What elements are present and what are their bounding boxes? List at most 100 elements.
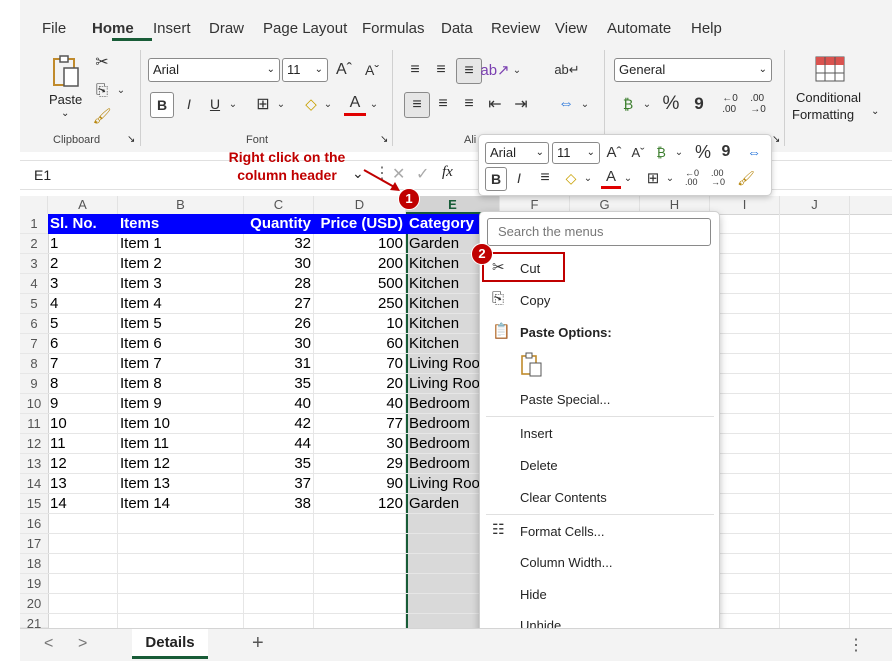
row-header[interactable]: 21 xyxy=(20,614,48,631)
table-cell[interactable]: Item 5 xyxy=(120,314,244,334)
table-cell[interactable]: 30 xyxy=(244,334,314,354)
align-right-icon[interactable]: ≡ xyxy=(458,92,480,116)
merge-center-icon[interactable]: ⇔ xyxy=(554,92,578,116)
menu-item-paste-special[interactable]: Paste Special... xyxy=(520,392,610,407)
fill-color-icon[interactable]: ◇ xyxy=(561,167,581,189)
font-size-dropdown[interactable]: 11 ⌄ xyxy=(282,58,328,82)
borders-icon[interactable]: ⊞ xyxy=(252,92,274,116)
table-cell[interactable]: 1 xyxy=(50,234,118,254)
align-center-icon[interactable]: ≡ xyxy=(432,92,454,116)
align-left-icon[interactable]: ≡ xyxy=(404,92,430,118)
row-header[interactable]: 19 xyxy=(20,574,48,594)
menu-item-format-cells[interactable]: Format Cells... xyxy=(520,524,605,539)
tab-help[interactable]: Help xyxy=(691,20,722,37)
table-cell[interactable]: 37 xyxy=(244,474,314,494)
table-cell[interactable]: 30 xyxy=(244,254,314,274)
table-cell[interactable]: 31 xyxy=(244,354,314,374)
table-header-cell[interactable]: Quantity xyxy=(244,214,314,234)
table-cell[interactable]: 40 xyxy=(244,394,314,414)
row-header[interactable]: 4 xyxy=(20,274,48,294)
table-cell[interactable]: Kitchen xyxy=(409,274,480,294)
tab-home[interactable]: Home xyxy=(92,20,134,37)
format-painter-icon[interactable]: 🖌 xyxy=(92,106,112,126)
enter-icon[interactable]: ✓ xyxy=(416,164,429,184)
table-cell[interactable]: 8 xyxy=(50,374,118,394)
clipboard-launcher-icon[interactable]: ↘ xyxy=(127,134,135,145)
insert-function-icon[interactable]: fx xyxy=(442,164,453,181)
table-cell[interactable]: Kitchen xyxy=(409,294,480,314)
menu-item-clear-contents[interactable]: Clear Contents xyxy=(520,490,607,505)
table-cell[interactable]: Item 10 xyxy=(120,414,244,434)
number-launcher-icon[interactable]: ↘ xyxy=(772,134,780,145)
chevron-down-icon[interactable]: ⌄ xyxy=(228,92,238,116)
table-cell[interactable]: 10 xyxy=(314,314,406,334)
increase-decimal-icon[interactable]: ←0.00 xyxy=(718,92,742,116)
table-cell[interactable]: Item 13 xyxy=(120,474,244,494)
tab-automate[interactable]: Automate xyxy=(607,20,671,37)
table-cell[interactable]: 200 xyxy=(314,254,406,274)
fill-color-icon[interactable]: ◇ xyxy=(300,92,322,116)
table-cell[interactable]: 90 xyxy=(314,474,406,494)
tab-formulas[interactable]: Formulas xyxy=(362,20,425,37)
tab-page-layout[interactable]: Page Layout xyxy=(263,20,347,37)
menu-item-copy[interactable]: Copy xyxy=(520,293,550,308)
table-cell[interactable]: Item 4 xyxy=(120,294,244,314)
name-box[interactable]: E1 xyxy=(34,167,51,183)
table-cell[interactable]: Bedroom xyxy=(409,454,480,474)
table-cell[interactable]: 38 xyxy=(244,494,314,514)
row-header[interactable]: 12 xyxy=(20,434,48,454)
menu-item-insert[interactable]: Insert xyxy=(520,426,553,441)
row-header[interactable]: 2 xyxy=(20,234,48,254)
decrease-decimal-icon[interactable]: .00 →0 xyxy=(707,167,729,189)
table-cell[interactable]: 9 xyxy=(50,394,118,414)
table-cell[interactable]: Garden xyxy=(409,494,480,514)
table-cell[interactable]: 40 xyxy=(314,394,406,414)
table-cell[interactable]: Item 14 xyxy=(120,494,244,514)
table-cell[interactable]: Living Roo xyxy=(409,374,480,394)
table-cell[interactable]: Bedroom xyxy=(409,434,480,454)
row-header[interactable]: 20 xyxy=(20,594,48,614)
tab-review[interactable]: Review xyxy=(491,20,540,37)
table-cell[interactable]: Kitchen xyxy=(409,314,480,334)
copy-dropdown-icon[interactable]: ⌄ xyxy=(116,80,126,100)
chevron-down-icon[interactable]: ⌄ xyxy=(512,58,522,82)
table-cell[interactable]: 70 xyxy=(314,354,406,374)
next-sheet-icon[interactable]: > xyxy=(78,635,87,653)
table-cell[interactable]: 100 xyxy=(314,234,406,254)
table-cell[interactable]: 4 xyxy=(50,294,118,314)
table-cell[interactable]: 7 xyxy=(50,354,118,374)
table-cell[interactable]: Living Roo xyxy=(409,474,480,494)
format-painter-icon[interactable]: 🖌 xyxy=(735,167,757,189)
table-cell[interactable]: 60 xyxy=(314,334,406,354)
decrease-font-icon[interactable]: Aˇ xyxy=(362,58,382,82)
accounting-format-icon[interactable]: ₿ xyxy=(651,141,671,163)
tab-file[interactable]: File xyxy=(42,20,66,37)
comma-style-button[interactable]: 9 xyxy=(690,92,708,116)
table-header-cell[interactable]: Category xyxy=(406,214,480,234)
row-header[interactable]: 17 xyxy=(20,534,48,554)
chevron-down-icon[interactable]: ⌄ xyxy=(323,92,333,116)
chevron-down-icon[interactable]: ⌄ xyxy=(665,167,675,189)
table-cell[interactable]: Bedroom xyxy=(409,394,480,414)
sheet-tab-details[interactable]: Details xyxy=(132,629,208,659)
bottom-align-icon[interactable]: ≡ xyxy=(456,58,482,84)
table-cell[interactable]: Item 1 xyxy=(120,234,244,254)
table-cell[interactable]: 35 xyxy=(244,374,314,394)
table-cell[interactable]: Item 2 xyxy=(120,254,244,274)
row-header[interactable]: 13 xyxy=(20,454,48,474)
table-cell[interactable]: 42 xyxy=(244,414,314,434)
top-align-icon[interactable]: ≡ xyxy=(404,58,426,82)
table-cell[interactable]: 3 xyxy=(50,274,118,294)
font-color-icon[interactable]: A xyxy=(344,92,366,116)
chevron-down-icon[interactable]: ⌄ xyxy=(623,167,633,189)
table-cell[interactable]: 6 xyxy=(50,334,118,354)
italic-button[interactable]: I xyxy=(180,92,198,116)
chevron-down-icon[interactable]: ⌄ xyxy=(580,92,590,116)
paste-icon[interactable] xyxy=(48,52,84,92)
table-cell[interactable]: 2 xyxy=(50,254,118,274)
row-header[interactable]: 16 xyxy=(20,514,48,534)
table-cell[interactable]: Kitchen xyxy=(409,254,480,274)
more-options-icon[interactable]: ⋮ xyxy=(848,635,864,655)
row-header[interactable]: 6 xyxy=(20,314,48,334)
table-cell[interactable]: 35 xyxy=(244,454,314,474)
